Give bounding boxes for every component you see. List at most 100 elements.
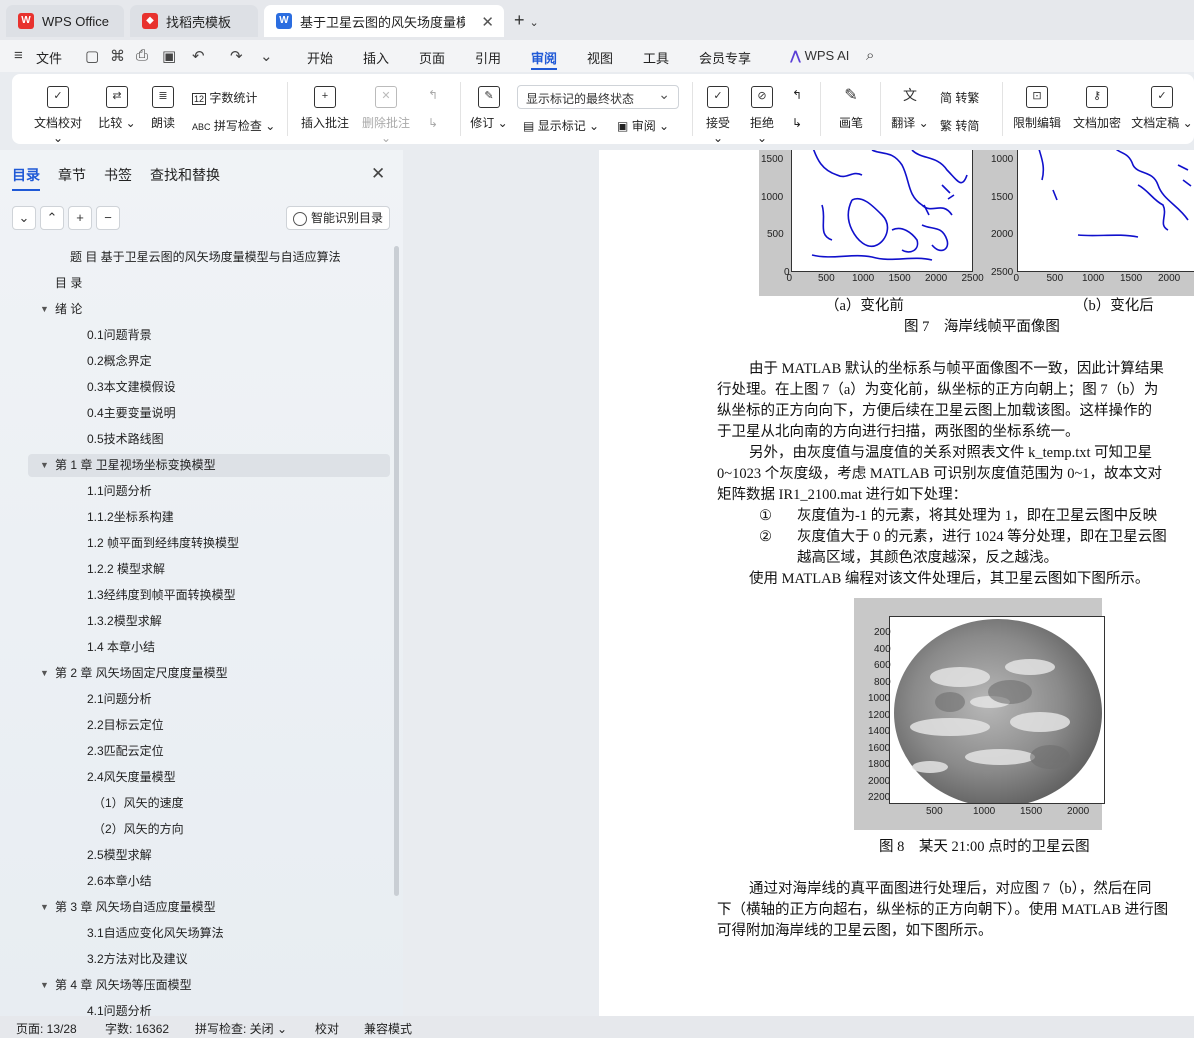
redo-icon[interactable]: ↷: [230, 47, 243, 65]
toc-item[interactable]: 2.1问题分析: [0, 688, 390, 711]
spell-check-button[interactable]: ABC 拼写检查 ⌄: [192, 117, 275, 134]
more-chevron-icon[interactable]: ⌄: [260, 47, 273, 65]
show-markup-button[interactable]: ▤ 显示标记 ⌄: [523, 117, 599, 134]
next-change-icon[interactable]: ↳: [792, 116, 802, 130]
tab-toc[interactable]: 目录: [12, 165, 40, 191]
expand-caret-icon[interactable]: ▼: [40, 298, 49, 321]
hamburger-icon[interactable]: ≡: [14, 47, 23, 64]
encrypt-button[interactable]: ⚷ 文档加密: [1070, 86, 1124, 131]
toc-item[interactable]: 3.2方法对比及建议: [0, 948, 390, 971]
toc-item[interactable]: 1.4 本章小结: [0, 636, 390, 659]
smart-toc-button[interactable]: 智能识别目录: [286, 206, 390, 230]
to-traditional-button[interactable]: 简 转繁: [940, 89, 979, 106]
para-1-line-2: 行处理。在上图 7（a）为变化前，纵坐标的正方向朝上；图 7（b）为: [717, 382, 1159, 398]
search-icon[interactable]: ⌕: [866, 47, 874, 64]
tab-document[interactable]: W 基于卫星云图的风矢场度量模型 ✕: [264, 5, 504, 37]
restrict-edit-button[interactable]: ⊡ 限制编辑: [1010, 86, 1064, 131]
prev-change-icon[interactable]: ↰: [792, 88, 802, 102]
expand-caret-icon[interactable]: ▼: [40, 896, 49, 919]
toc-item[interactable]: （1）风矢的速度: [0, 792, 390, 815]
expand-caret-icon[interactable]: ▼: [40, 454, 49, 477]
toc-item[interactable]: 题 目 基于卫星云图的风矢场度量模型与自适应算法: [0, 246, 390, 269]
close-pane-icon[interactable]: ✕: [371, 164, 385, 184]
toc-chapter[interactable]: ▼ 第 1 章 卫星视场坐标变换模型: [28, 454, 390, 477]
tab-find-replace[interactable]: 查找和替换: [150, 165, 220, 185]
toc-item[interactable]: 1.1.2坐标系构建: [0, 506, 390, 529]
menu-start[interactable]: 开始: [307, 48, 333, 67]
compare-button[interactable]: ⇄ 比较 ⌄: [97, 86, 137, 131]
toc-item[interactable]: 1.1问题分析: [0, 480, 390, 503]
toc-item[interactable]: 0.3本文建模假设: [0, 376, 390, 399]
toc-item[interactable]: （2）风矢的方向: [0, 818, 390, 841]
new-tab-button[interactable]: + ⌄: [514, 10, 539, 31]
collapse-down-button[interactable]: ⌄: [12, 206, 36, 230]
status-page[interactable]: 页面: 13/28: [16, 1020, 77, 1037]
markup-state-select[interactable]: 显示标记的最终状态: [517, 85, 679, 109]
menu-member[interactable]: 会员专享: [699, 48, 751, 67]
toc-item[interactable]: 0.4主要变量说明: [0, 402, 390, 425]
toc-item[interactable]: 2.4风矢度量模型: [0, 766, 390, 789]
menu-review[interactable]: 审阅: [531, 48, 558, 70]
status-words[interactable]: 字数: 16362: [105, 1020, 169, 1037]
toc-item[interactable]: 1.3.2模型求解: [0, 610, 390, 633]
next-comment-icon[interactable]: ↳: [428, 116, 438, 130]
toc-item[interactable]: 3.1自适应变化风矢场算法: [0, 922, 390, 945]
toc-item[interactable]: 2.3匹配云定位: [0, 740, 390, 763]
status-spell[interactable]: 拼写检查: 关闭 ⌄: [195, 1020, 287, 1037]
proof-button[interactable]: ✓ 文档校对 ⌄: [28, 86, 88, 145]
print-icon[interactable]: ⎙: [136, 47, 148, 64]
tab-bookmarks[interactable]: 书签: [104, 165, 132, 185]
status-proof[interactable]: 校对: [315, 1020, 339, 1037]
toc-item[interactable]: ▼ 绪 论: [0, 298, 390, 321]
add-heading-button[interactable]: +: [68, 206, 92, 230]
toc-item[interactable]: 4.1问题分析: [0, 1000, 390, 1016]
toc-item[interactable]: 1.2.2 模型求解: [0, 558, 390, 581]
preview-icon[interactable]: ▣: [162, 47, 176, 65]
save-icon[interactable]: ▢: [85, 47, 99, 65]
toc-item[interactable]: 2.5模型求解: [0, 844, 390, 867]
toc-chapter[interactable]: ▼ 第 2 章 风矢场固定尺度度量模型: [0, 662, 390, 685]
expand-caret-icon[interactable]: ▼: [40, 974, 49, 997]
word-count-button[interactable]: 12 字数统计: [192, 89, 257, 106]
close-tab-icon[interactable]: ✕: [481, 13, 494, 31]
read-aloud-button[interactable]: ≣ 朗读: [146, 86, 180, 131]
menu-file[interactable]: 文件: [36, 48, 62, 67]
toc-scrollbar[interactable]: [394, 246, 399, 896]
menu-tools[interactable]: 工具: [643, 48, 669, 67]
reject-button[interactable]: ⊘ 拒绝 ⌄: [744, 86, 780, 145]
toc-item[interactable]: 2.2目标云定位: [0, 714, 390, 737]
tab-sections[interactable]: 章节: [58, 165, 86, 185]
revise-button[interactable]: ✎ 修订 ⌄: [470, 86, 508, 131]
toc-item[interactable]: 1.2 帧平面到经纬度转换模型: [0, 532, 390, 555]
to-simplified-button[interactable]: 繁 转简: [940, 117, 979, 134]
menu-view[interactable]: 视图: [587, 48, 613, 67]
menu-reference[interactable]: 引用: [475, 48, 501, 67]
remove-heading-button[interactable]: −: [96, 206, 120, 230]
tab-wps-office[interactable]: W WPS Office: [6, 5, 124, 37]
prev-comment-icon[interactable]: ↰: [428, 88, 438, 102]
insert-comment-button[interactable]: + 插入批注: [297, 86, 353, 131]
toc-item[interactable]: 目 录: [0, 272, 390, 295]
expand-caret-icon[interactable]: ▼: [40, 662, 49, 685]
tab-template[interactable]: ◆ 找稻壳模板: [130, 5, 258, 37]
toc-item[interactable]: 0.2概念界定: [0, 350, 390, 373]
accept-button[interactable]: ✓ 接受 ⌄: [700, 86, 736, 145]
menu-insert[interactable]: 插入: [363, 48, 389, 67]
toc-chapter[interactable]: ▼ 第 4 章 风矢场等压面模型: [0, 974, 390, 997]
review-pane-button[interactable]: ▣ 审阅 ⌄: [617, 117, 669, 134]
finalize-button[interactable]: ✓ 文档定稿 ⌄: [1130, 86, 1194, 131]
undo-icon[interactable]: ↶: [192, 47, 205, 65]
translate-button[interactable]: 文翻译 ⌄: [890, 86, 930, 131]
wps-ai-button[interactable]: ⋀ WPS AI: [790, 48, 849, 64]
menu-page[interactable]: 页面: [419, 48, 445, 67]
toc-item[interactable]: 0.1问题背景: [0, 324, 390, 347]
revise-icon: ✎: [478, 86, 500, 108]
share-icon[interactable]: ⌘: [110, 47, 125, 65]
toc-chapter[interactable]: ▼ 第 3 章 风矢场自适应度量模型: [0, 896, 390, 919]
toc-item[interactable]: 1.3经纬度到帧平面转换模型: [0, 584, 390, 607]
delete-comment-button[interactable]: ✕ 删除批注 ⌄: [358, 86, 414, 145]
collapse-up-button[interactable]: ⌃: [40, 206, 64, 230]
pen-button[interactable]: ✎ 画笔: [834, 86, 868, 131]
toc-item[interactable]: 0.5技术路线图: [0, 428, 390, 451]
toc-item[interactable]: 2.6本章小结: [0, 870, 390, 893]
